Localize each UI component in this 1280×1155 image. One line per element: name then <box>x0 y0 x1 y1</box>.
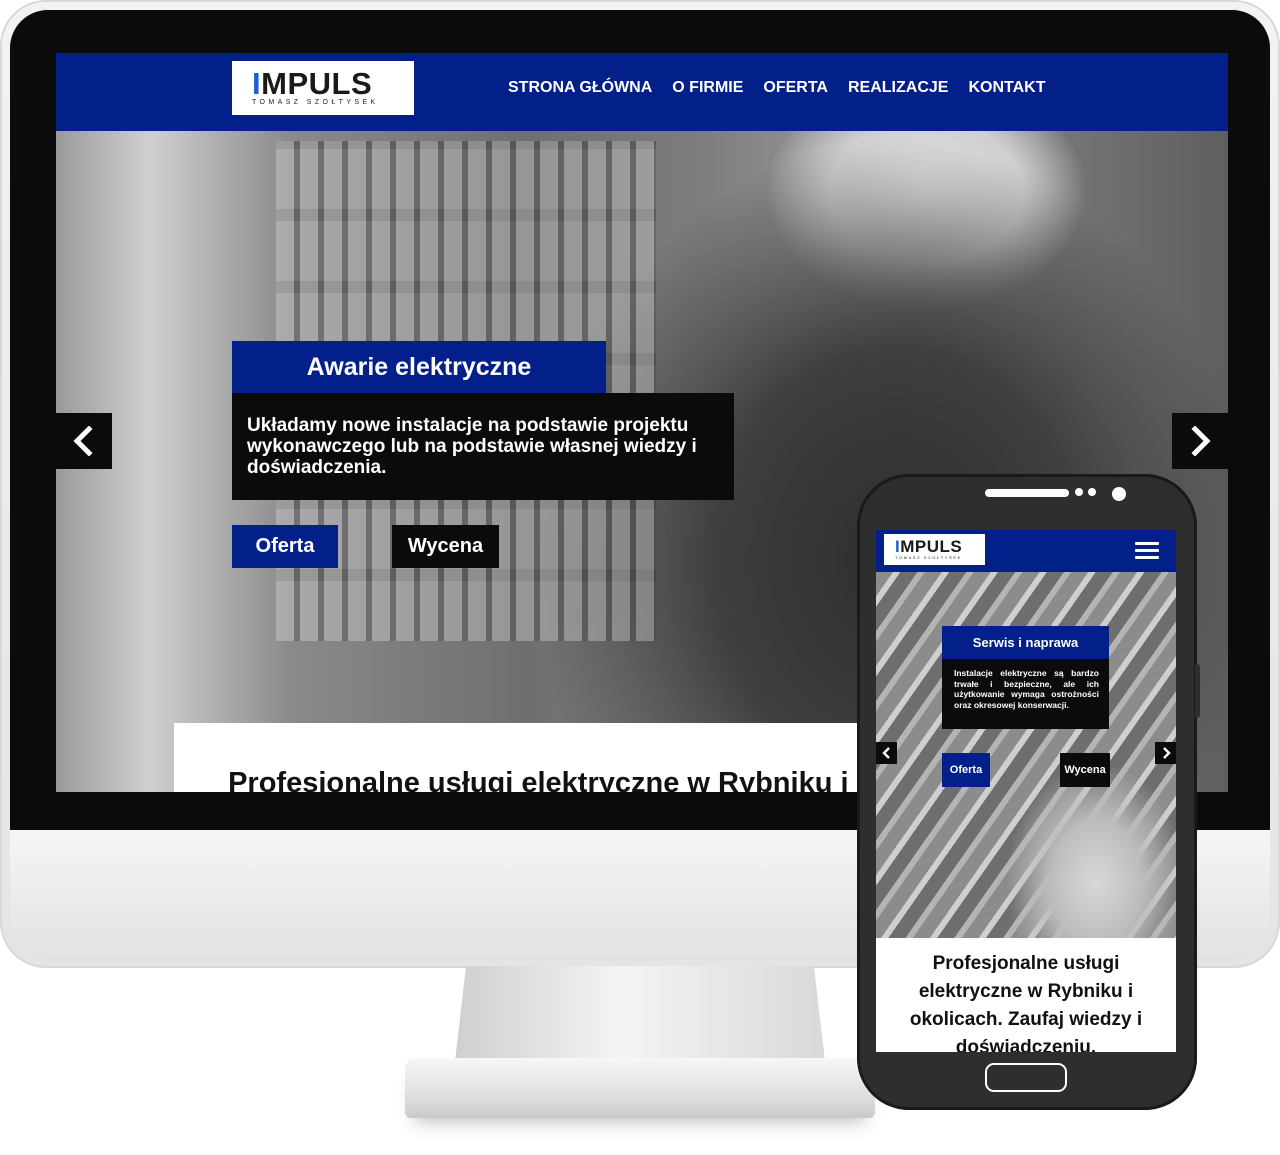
quote-button[interactable]: Wycena <box>392 525 499 568</box>
nav-offer[interactable]: OFERTA <box>763 79 828 97</box>
mobile-logo[interactable]: IMPULS TOMASZ SZOŁTYSEK <box>884 534 985 565</box>
phone-sensors <box>1075 488 1096 496</box>
phone-side-button <box>1195 664 1200 718</box>
logo-wordmark: IMPULS <box>252 68 414 99</box>
chevron-right-icon <box>1191 426 1211 456</box>
mobile-slider-prev-button[interactable] <box>876 742 897 764</box>
phone-speaker <box>985 489 1069 497</box>
phone-sensor-dot <box>1075 488 1083 496</box>
phone-sensor-dot <box>1088 488 1096 496</box>
mobile-logo-letters: MPULS <box>900 537 963 556</box>
phone-frame: IMPULS TOMASZ SZOŁTYSEK Serwis i naprawa… <box>857 474 1200 1110</box>
slide-description: Układamy nowe instalacje na podstawie pr… <box>232 393 734 500</box>
mobile-slide-description: Instalacje elektryczne są bardzo trwałe … <box>942 659 1109 729</box>
chevron-left-icon <box>73 426 93 456</box>
slider-next-button[interactable] <box>1172 413 1228 469</box>
site-logo[interactable]: IMPULS TOMASZ SZOŁTYSEK <box>232 61 414 115</box>
mobile-quote-button[interactable]: Wycena <box>1060 753 1110 787</box>
hamburger-line <box>1135 549 1159 552</box>
mobile-logo-subtitle: TOMASZ SZOŁTYSEK <box>895 555 962 560</box>
slide-title: Awarie elektryczne <box>232 341 606 393</box>
mobile-offer-button[interactable]: Oferta <box>942 753 990 787</box>
nav-home[interactable]: STRONA GŁÓWNA <box>508 79 652 97</box>
chevron-right-icon <box>1162 747 1171 759</box>
mobile-intro-heading: Profesjonalne usługi elektryczne w Rybni… <box>909 953 1143 1052</box>
offer-button[interactable]: Oferta <box>232 525 338 568</box>
nav-projects[interactable]: REALIZACJE <box>848 79 948 97</box>
hamburger-line <box>1135 542 1159 545</box>
logo-subtitle: TOMASZ SZOŁTYSEK <box>252 99 379 106</box>
mobile-slider-next-button[interactable] <box>1155 742 1176 764</box>
phone-home-button[interactable] <box>985 1063 1067 1092</box>
mobile-slide-title: Serwis i naprawa <box>942 626 1109 659</box>
nav-contact[interactable]: KONTAKT <box>968 79 1045 97</box>
mobile-header: IMPULS TOMASZ SZOŁTYSEK <box>876 530 1176 572</box>
mobile-hero-slider: Serwis i naprawa Instalacje elektryczne … <box>876 572 1176 938</box>
phone-camera <box>1112 487 1126 501</box>
mockup-stage: IMPULS TOMASZ SZOŁTYSEK STRONA GŁÓWNA O … <box>0 0 1280 1155</box>
monitor-stand-base <box>405 1058 875 1118</box>
logo-letters: MPULS <box>261 66 373 101</box>
main-nav: STRONA GŁÓWNA O FIRMIE OFERTA REALIZACJE… <box>508 79 1045 97</box>
mobile-intro-box: Profesjonalne usługi elektryczne w Rybni… <box>890 938 1162 1052</box>
mobile-logo-wordmark: IMPULS <box>895 537 985 556</box>
nav-about[interactable]: O FIRMIE <box>672 79 743 97</box>
hamburger-line <box>1135 556 1159 559</box>
logo-letter-i: I <box>252 66 262 101</box>
intro-box: Profesjonalne usługi elektryczne w Rybni… <box>174 723 1092 792</box>
slider-prev-button[interactable] <box>56 413 112 469</box>
chevron-left-icon <box>881 747 890 759</box>
hamburger-menu-icon[interactable] <box>1135 542 1159 560</box>
mobile-screen: IMPULS TOMASZ SZOŁTYSEK Serwis i naprawa… <box>876 530 1176 1052</box>
monitor-stand-neck <box>455 966 825 1061</box>
site-header: IMPULS TOMASZ SZOŁTYSEK STRONA GŁÓWNA O … <box>56 53 1228 131</box>
